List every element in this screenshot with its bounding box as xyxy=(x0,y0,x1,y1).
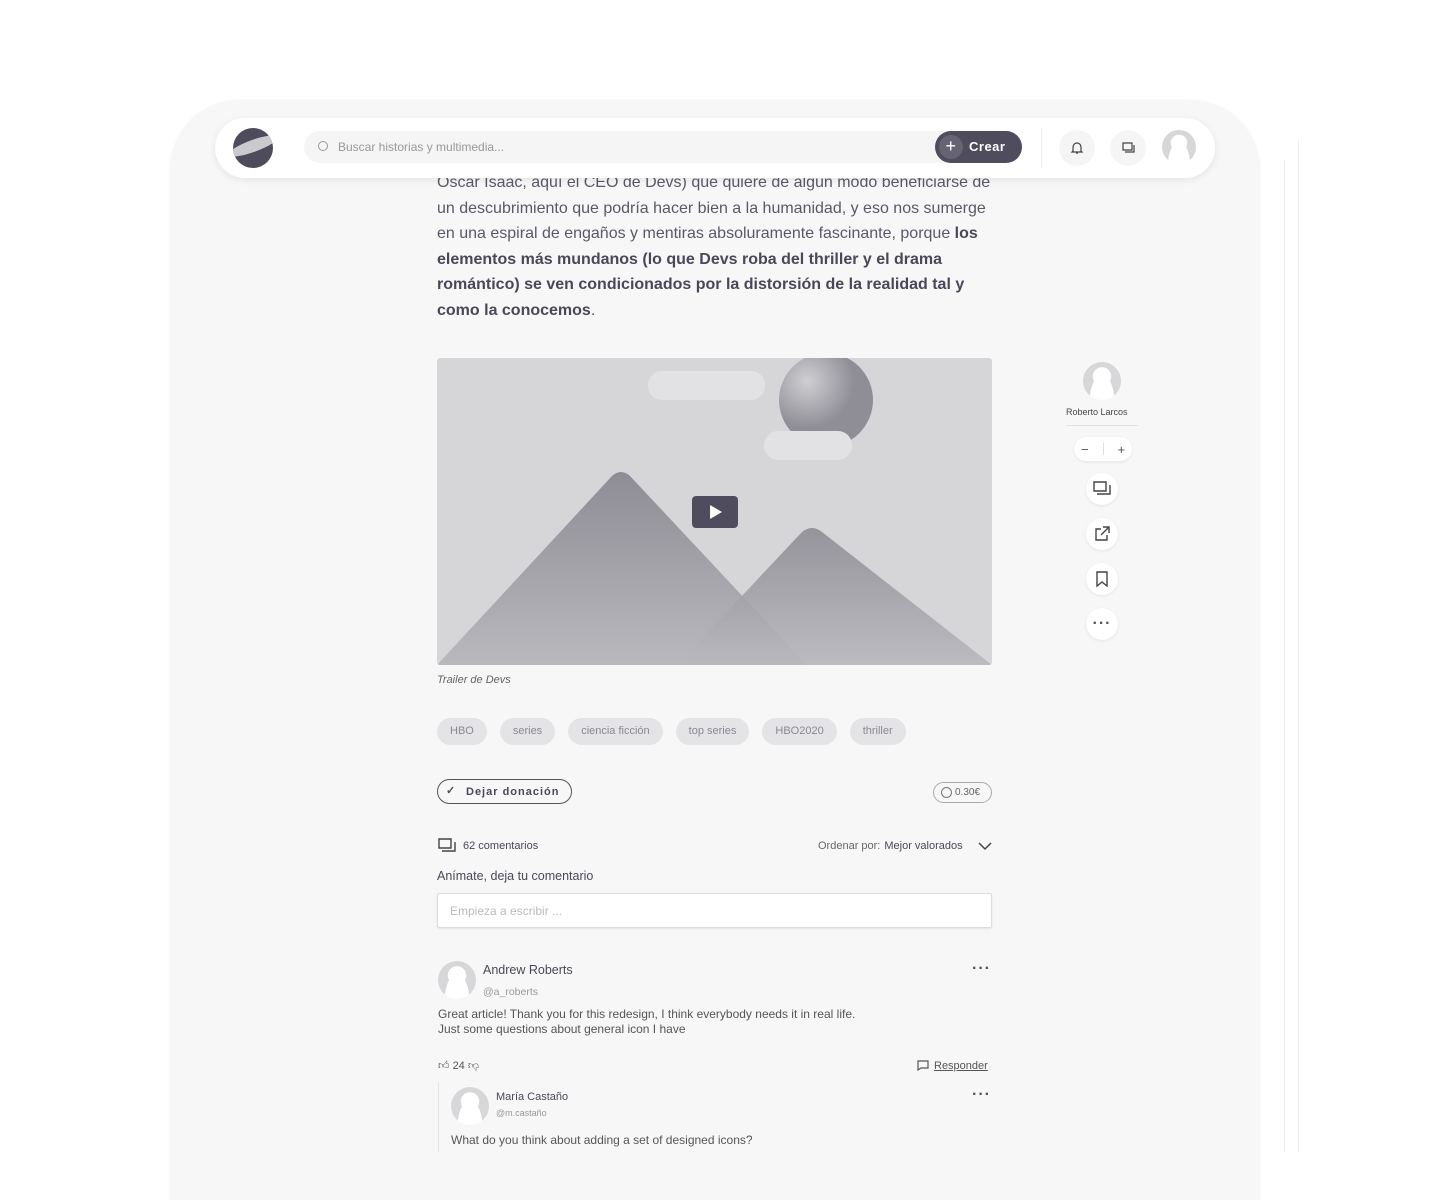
bookmark-icon xyxy=(1096,571,1108,587)
thread-line xyxy=(438,1082,439,1152)
donate-button[interactable]: ✓ Dejar donación xyxy=(437,779,572,804)
user-avatar[interactable] xyxy=(1162,130,1196,164)
vote-stepper: − + xyxy=(1074,437,1132,461)
plus-icon: + xyxy=(939,135,963,159)
price-badge: 0.30€ xyxy=(933,782,992,803)
divider xyxy=(1041,128,1042,168)
divider xyxy=(1298,140,1299,1152)
tag[interactable]: series xyxy=(499,718,556,745)
check-icon: ✓ xyxy=(446,785,457,797)
comment-votes: 👍︎ 24 👎︎ xyxy=(438,1060,480,1072)
notifications-button[interactable] xyxy=(1059,130,1095,166)
bell-icon xyxy=(1070,142,1084,154)
comments-button[interactable] xyxy=(1086,473,1118,505)
comment-input[interactable]: Empieza a escribir ... xyxy=(437,893,992,928)
plus-button[interactable]: + xyxy=(1117,442,1125,457)
more-options-button[interactable]: ··· xyxy=(1086,608,1118,640)
thumbs-up-icon[interactable]: 👍︎ xyxy=(438,1060,450,1072)
article-body: Oscar Isaac, aquí el CEO de Devs) que qu… xyxy=(437,174,991,319)
play-button[interactable] xyxy=(692,496,738,528)
comment-count: 62 comentarios xyxy=(463,840,539,852)
divider xyxy=(1102,443,1104,455)
logo[interactable] xyxy=(233,128,273,168)
more-options-icon[interactable]: ··· xyxy=(972,960,991,978)
more-options-icon[interactable]: ··· xyxy=(972,1086,991,1104)
chat-icon xyxy=(1122,142,1135,153)
avatar[interactable] xyxy=(451,1087,489,1125)
search-input[interactable]: Buscar historias y multimedia... xyxy=(304,131,1022,163)
comment-text: What do you think about adding a set of … xyxy=(451,1133,753,1147)
chat-icon xyxy=(1093,481,1111,495)
reply-button[interactable]: Responder xyxy=(934,1060,988,1072)
comment-author[interactable]: Andrew Roberts xyxy=(483,963,573,977)
top-bar: Buscar historias y multimedia... + Crear xyxy=(215,118,1215,178)
create-button[interactable]: + Crear xyxy=(935,131,1022,163)
coin-icon xyxy=(941,787,952,798)
sort-dropdown[interactable]: Ordenar por: Mejor valorados xyxy=(818,840,963,852)
minus-button[interactable]: − xyxy=(1081,442,1089,457)
tag[interactable]: HBO2020 xyxy=(762,718,837,745)
author-name[interactable]: Roberto Larcos xyxy=(1066,407,1128,417)
tag[interactable]: thriller xyxy=(849,718,906,745)
tag[interactable]: top series xyxy=(675,718,750,745)
comment-handle: @a_roberts xyxy=(483,986,539,998)
bookmark-button[interactable] xyxy=(1086,563,1118,595)
media-caption: Trailer de Devs xyxy=(437,674,511,686)
tag-list: HBO series ciencia ficción top series HB… xyxy=(437,718,906,745)
reply-icon xyxy=(917,1060,929,1071)
comment-text: Great article! Thank you for this redesi… xyxy=(438,1007,856,1036)
comment-author[interactable]: María Castaño xyxy=(496,1091,568,1103)
divider xyxy=(1066,425,1138,426)
chevron-down-icon[interactable] xyxy=(978,841,992,851)
avatar[interactable] xyxy=(438,961,476,999)
share-button[interactable] xyxy=(1086,518,1118,550)
author-avatar[interactable] xyxy=(1083,362,1121,400)
comment-handle: @m.castaño xyxy=(496,1108,547,1118)
comment-prompt: Anímate, deja tu comentario xyxy=(437,869,594,883)
thumbs-down-icon[interactable]: 👎︎ xyxy=(468,1060,479,1072)
external-link-icon xyxy=(1095,526,1110,541)
comments-icon xyxy=(438,838,456,852)
divider xyxy=(1284,160,1285,1152)
play-icon xyxy=(710,505,722,519)
tag[interactable]: ciencia ficción xyxy=(568,718,663,745)
tag[interactable]: HBO xyxy=(437,718,487,745)
video-player[interactable] xyxy=(437,358,992,665)
search-icon xyxy=(318,141,328,151)
messages-button[interactable] xyxy=(1110,130,1146,166)
